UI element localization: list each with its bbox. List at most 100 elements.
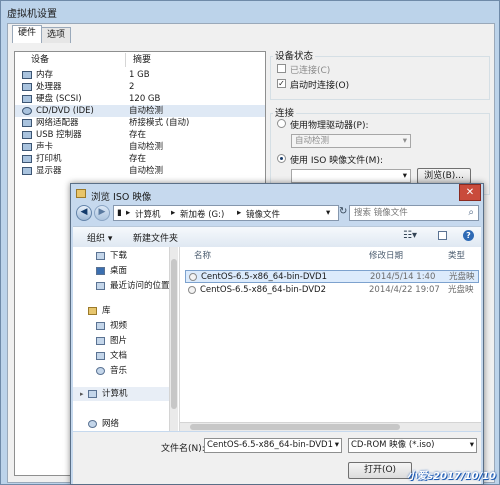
nav-label: 网络 [102, 419, 120, 429]
back-button[interactable]: ◀ [76, 205, 92, 221]
device-name: 硬盘 (SCSI) [36, 94, 82, 104]
chevron-down-icon: ▾ [469, 440, 474, 450]
column-divider[interactable] [125, 53, 126, 67]
open-button[interactable]: 打开(O) [348, 462, 412, 479]
nav-item-desktop[interactable]: 桌面 [73, 264, 177, 278]
nav-label: 桌面 [110, 266, 128, 276]
download-folder-icon [96, 252, 105, 260]
display-icon [22, 167, 32, 175]
device-name: 打印机 [36, 154, 62, 164]
chevron-down-icon: ▾ [334, 440, 339, 450]
computer-icon [88, 390, 97, 398]
iso-image-label: 使用 ISO 映像文件(M): [290, 156, 383, 166]
device-row-processor[interactable]: 处理器 2 [15, 81, 265, 93]
address-bar[interactable]: ▮ ▸ 计算机 ▸ 新加卷 (G:) ▸ 镜像文件 ▾ [113, 205, 339, 221]
view-options-icon[interactable]: ☷▾ [403, 230, 417, 241]
file-name: CentOS-6.5-x86_64-bin-DVD1 [201, 272, 327, 282]
device-row-cd-dvd[interactable]: CD/DVD (IDE) 自动检测 [15, 105, 265, 117]
connected-checkbox[interactable] [277, 64, 286, 73]
device-name: 内存 [36, 70, 54, 80]
file-row[interactable]: CentOS-6.5-x86_64-bin-DVD2 2014/4/22 19:… [185, 284, 479, 297]
nav-item-music[interactable]: 音乐 [73, 364, 177, 378]
column-header-modified[interactable]: 修改日期 [369, 249, 403, 263]
file-row[interactable]: CentOS-6.5-x86_64-bin-DVD1 2014/5/14 1:4… [185, 270, 479, 283]
new-folder-button[interactable]: 新建文件夹 [133, 231, 178, 244]
navigation-pane: 下载 桌面 最近访问的位置 库 视频 图片 文档 音乐 ▸ 计算机 网络 [73, 247, 180, 431]
physical-drive-select[interactable]: 自动检测 ▾ [291, 134, 411, 148]
connect-on-power-label: 启动时连接(O) [290, 81, 350, 91]
device-row-network-adapter[interactable]: 网络适配器 桥接模式 (自动) [15, 117, 265, 129]
nav-item-downloads[interactable]: 下载 [73, 249, 177, 263]
nav-item-computer[interactable]: ▸ 计算机 [73, 387, 177, 401]
dialog-title: 浏览 ISO 映像 [91, 192, 152, 203]
file-type: 光盘映 [448, 285, 474, 295]
memory-icon [22, 71, 32, 79]
refresh-icon[interactable]: ↻ [339, 206, 347, 217]
history-dropdown-icon[interactable]: ▾ [326, 208, 330, 218]
breadcrumb-separator: ▸ [171, 208, 176, 218]
breadcrumb-computer[interactable]: 计算机 [135, 208, 161, 220]
physical-drive-value: 自动检测 [295, 136, 330, 146]
breadcrumb-image-files[interactable]: 镜像文件 [246, 208, 280, 220]
device-row-usb[interactable]: USB 控制器 存在 [15, 129, 265, 141]
breadcrumb-drive-g[interactable]: 新加卷 (G:) [180, 208, 224, 220]
filename-input[interactable]: CentOS-6.5-x86_64-bin-DVD1 ▾ [204, 438, 342, 453]
tab-options[interactable]: 选项 [41, 27, 72, 43]
recent-places-icon [96, 282, 105, 290]
iso-path-input[interactable]: ▾ [291, 169, 411, 183]
device-row-sound-card[interactable]: 声卡 自动检测 [15, 141, 265, 153]
forward-button[interactable]: ▶ [94, 205, 110, 221]
expand-arrow-icon[interactable]: ▸ [80, 387, 84, 401]
column-header-type[interactable]: 类型 [448, 249, 465, 263]
network-icon [88, 420, 97, 428]
search-box[interactable]: ⌕ [349, 205, 479, 221]
device-row-hard-disk[interactable]: 硬盘 (SCSI) 120 GB [15, 93, 265, 105]
nav-item-network[interactable]: 网络 [73, 417, 177, 431]
file-list-hscrollbar[interactable] [180, 422, 481, 431]
connect-on-power-checkbox[interactable]: ✓ [277, 79, 286, 88]
browse-button[interactable]: 浏览(B)... [417, 168, 471, 184]
search-input[interactable] [352, 207, 462, 219]
nav-item-pictures[interactable]: 图片 [73, 334, 177, 348]
breadcrumb-separator: ▸ [126, 208, 131, 218]
nav-item-library[interactable]: 库 [73, 304, 177, 318]
file-type-select[interactable]: CD-ROM 映像 (*.iso) ▾ [348, 438, 477, 453]
nav-label: 库 [102, 306, 111, 316]
column-header-summary[interactable]: 摘要 [133, 53, 151, 67]
nav-scroll-thumb[interactable] [171, 259, 177, 409]
column-header-name[interactable]: 名称 [194, 249, 211, 263]
device-row-printer[interactable]: 打印机 存在 [15, 153, 265, 165]
close-button[interactable]: ✕ [459, 184, 481, 201]
tab-hardware[interactable]: 硬件 [12, 25, 43, 43]
iso-image-radio[interactable] [277, 154, 286, 163]
network-adapter-icon [22, 119, 32, 127]
file-type: 光盘映 [449, 272, 475, 282]
h-scroll-thumb[interactable] [190, 424, 400, 430]
nav-item-recent-places[interactable]: 最近访问的位置 [73, 279, 177, 293]
window-title: 虚拟机设置 [7, 9, 57, 20]
nav-scrollbar[interactable] [169, 247, 178, 431]
chevron-down-icon: ▾ [402, 171, 407, 181]
device-name: CD/DVD (IDE) [36, 106, 94, 116]
file-list: 名称 修改日期 类型 CentOS-6.5-x86_64-bin-DVD1 20… [180, 247, 481, 431]
file-type-value: CD-ROM 映像 (*.iso) [351, 440, 435, 450]
command-bar: 组织 ▾ 新建文件夹 ☷▾ ? [73, 226, 481, 248]
nav-label: 下载 [110, 251, 128, 261]
nav-item-documents[interactable]: 文档 [73, 349, 177, 363]
search-icon: ⌕ [468, 207, 474, 218]
device-row-memory[interactable]: 内存 1 GB [15, 69, 265, 81]
chevron-down-icon: ▾ [402, 136, 407, 146]
filename-label: 文件名(N): [161, 444, 205, 454]
nav-label: 文档 [110, 351, 128, 361]
organize-button[interactable]: 组织 ▾ [87, 231, 112, 244]
column-header-device[interactable]: 设备 [31, 53, 49, 67]
physical-drive-radio[interactable] [277, 119, 286, 128]
preview-pane-icon[interactable] [438, 231, 447, 240]
documents-icon [96, 352, 105, 360]
device-name: USB 控制器 [36, 130, 82, 140]
disc-image-icon [188, 286, 196, 294]
help-icon[interactable]: ? [463, 230, 474, 241]
nav-item-videos[interactable]: 视频 [73, 319, 177, 333]
device-row-display[interactable]: 显示器 自动检测 [15, 165, 265, 177]
device-name: 网络适配器 [36, 118, 79, 128]
